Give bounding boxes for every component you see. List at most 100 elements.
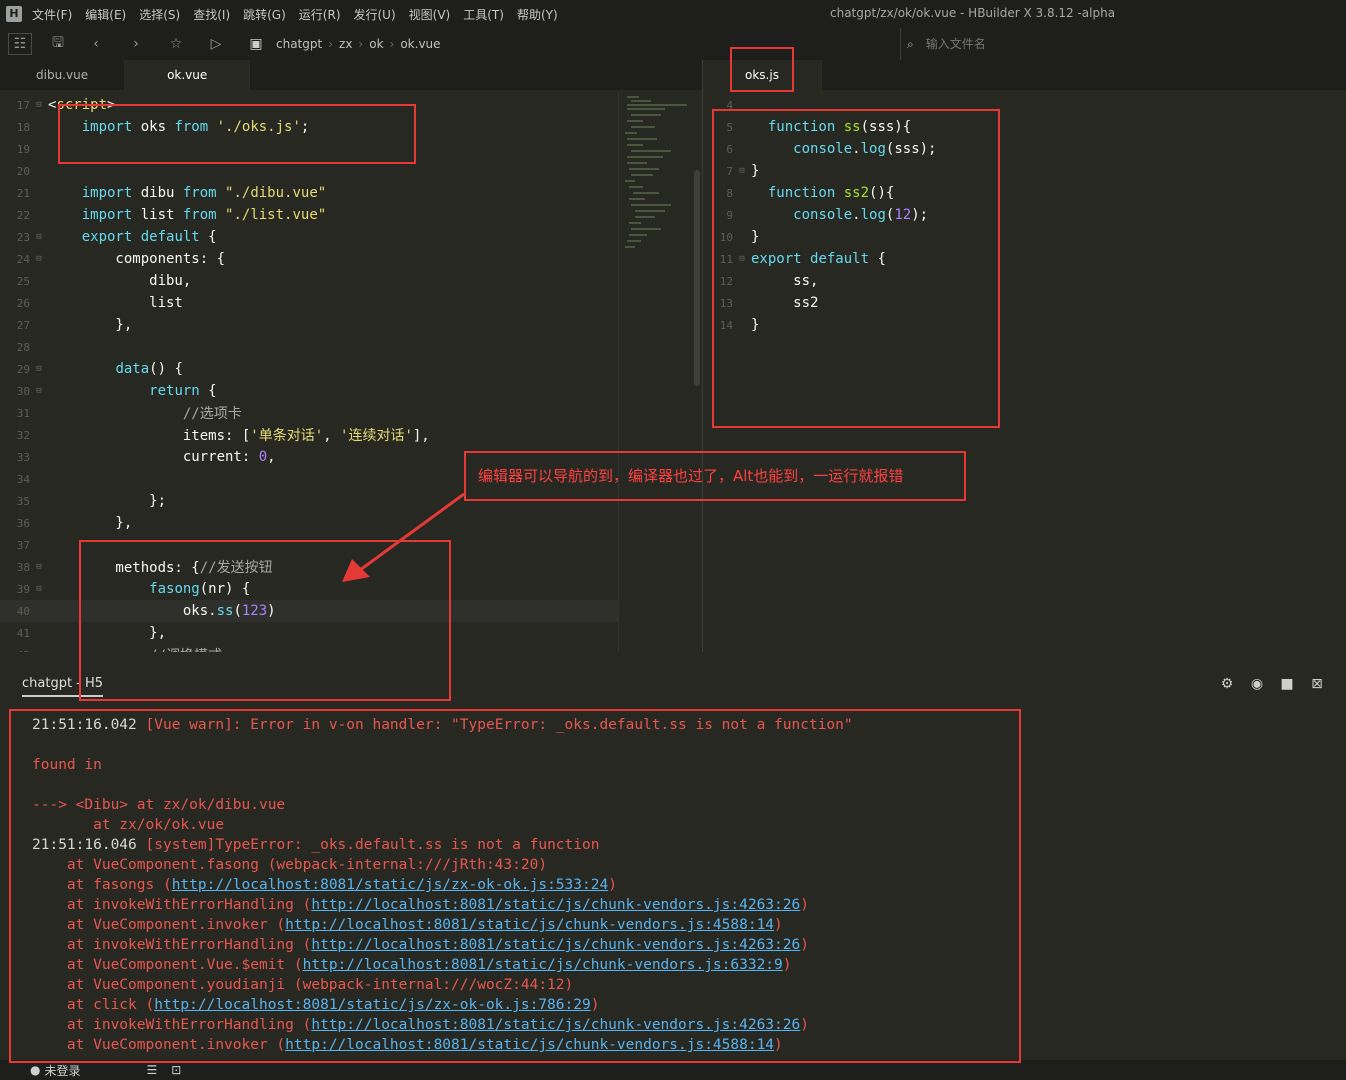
- clear-console-icon[interactable]: ⊠: [1302, 676, 1332, 692]
- code-line[interactable]: 14}: [703, 314, 1343, 336]
- console-link[interactable]: http://localhost:8081/static/js/chunk-ve…: [285, 917, 774, 933]
- login-status[interactable]: 未登录: [44, 1062, 80, 1079]
- outline-icon[interactable]: ☰: [147, 1063, 158, 1077]
- code-line[interactable]: 24 ⊟ components: {: [0, 248, 618, 270]
- console-output[interactable]: 21:51:16.042 [Vue warn]: Error in v-on h…: [12, 710, 1020, 1060]
- breadcrumb-item[interactable]: ok: [369, 37, 383, 51]
- save-icon[interactable]: 🖫: [44, 32, 72, 56]
- menu-item[interactable]: 工具(T): [463, 6, 504, 23]
- fold-toggle-icon[interactable]: ⊟: [30, 386, 48, 396]
- run-config-icon[interactable]: ◉: [1242, 676, 1272, 692]
- menu-item[interactable]: 查找(I): [193, 6, 230, 23]
- code-line[interactable]: 32 items: ['单条对话', '连续对话'],: [0, 424, 618, 446]
- minimap[interactable]: [618, 92, 694, 652]
- menu-item[interactable]: 文件(F): [32, 6, 72, 23]
- console-text: at click (: [32, 997, 155, 1013]
- code-token: .: [852, 141, 861, 157]
- console-link[interactable]: http://localhost:8081/static/js/chunk-ve…: [285, 1037, 774, 1053]
- breadcrumb-item[interactable]: ok.vue: [400, 37, 440, 51]
- code-line[interactable]: 9 console.log(12);: [703, 204, 1343, 226]
- code-line[interactable]: 22 import list from "./list.vue": [0, 204, 618, 226]
- terminal-icon[interactable]: ⊡: [171, 1063, 181, 1077]
- fold-toggle-icon[interactable]: ⊟: [30, 100, 48, 110]
- breadcrumb-item[interactable]: zx: [339, 37, 352, 51]
- fold-toggle-icon[interactable]: ⊟: [30, 562, 48, 572]
- menu-item[interactable]: 选择(S): [139, 6, 180, 23]
- code-line[interactable]: 12 ss,: [703, 270, 1343, 292]
- code-line[interactable]: 19: [0, 138, 618, 160]
- code-line[interactable]: 4: [703, 94, 1343, 116]
- console-tab[interactable]: chatgpt - H5: [22, 676, 104, 697]
- tab-ok-vue[interactable]: ok.vue: [125, 60, 251, 90]
- console-link[interactable]: http://localhost:8081/static/js/zx-ok-ok…: [172, 877, 609, 893]
- code-line[interactable]: 28: [0, 336, 618, 358]
- code-line[interactable]: 11 ⊟ export default {: [703, 248, 1343, 270]
- code-line[interactable]: 25 dibu,: [0, 270, 618, 292]
- fold-toggle-icon[interactable]: ⊟: [733, 166, 751, 176]
- menu-item[interactable]: 视图(V): [409, 6, 451, 23]
- editor-scrollbar[interactable]: [694, 170, 700, 386]
- code-line[interactable]: 36 },: [0, 512, 618, 534]
- console-link[interactable]: http://localhost:8081/static/js/zx-ok-ok…: [154, 997, 591, 1013]
- breadcrumb-item[interactable]: chatgpt: [276, 37, 322, 51]
- fold-toggle-icon[interactable]: ⊟: [30, 364, 48, 374]
- code-token: current:: [48, 449, 259, 465]
- fold-toggle-icon[interactable]: ⊟: [733, 254, 751, 264]
- minimap-line: [627, 108, 665, 110]
- code-line[interactable]: 40 oks.ss(123): [0, 600, 618, 622]
- run-icon[interactable]: ▷: [202, 36, 230, 52]
- menu-item[interactable]: 运行(R): [299, 6, 341, 23]
- code-line[interactable]: 13 ss2: [703, 292, 1343, 314]
- back-icon[interactable]: ‹: [82, 36, 110, 52]
- code-line[interactable]: 29 ⊟ data() {: [0, 358, 618, 380]
- code-token: }: [751, 229, 760, 245]
- code-line[interactable]: 37: [0, 534, 618, 556]
- menu-item[interactable]: 跳转(G): [243, 6, 286, 23]
- code-line[interactable]: 6 console.log(sss);: [703, 138, 1343, 160]
- code-line[interactable]: 31 //选项卡: [0, 402, 618, 424]
- file-search-input[interactable]: [925, 37, 1081, 51]
- code-line[interactable]: 7 ⊟}: [703, 160, 1343, 182]
- sidebar-toggle-icon[interactable]: ☷: [8, 33, 32, 55]
- console-link[interactable]: http://localhost:8081/static/js/chunk-ve…: [303, 957, 783, 973]
- menu-item[interactable]: 发行(U): [354, 6, 396, 23]
- code-line[interactable]: 42 //调换模式: [0, 644, 618, 652]
- console-link[interactable]: http://localhost:8081/static/js/chunk-ve…: [311, 897, 800, 913]
- console-link[interactable]: http://localhost:8081/static/js/chunk-ve…: [311, 1017, 800, 1033]
- code-line[interactable]: 10}: [703, 226, 1343, 248]
- code-line[interactable]: 17 ⊟ <script>: [0, 94, 618, 116]
- menu-item[interactable]: 编辑(E): [85, 6, 126, 23]
- code-line[interactable]: 21 import dibu from "./dibu.vue": [0, 182, 618, 204]
- code-line[interactable]: 23 ⊟ export default {: [0, 226, 618, 248]
- project-icon[interactable]: ▣: [242, 36, 270, 52]
- code-editor-left[interactable]: 17 ⊟ <script> 18 import oks from './oks.js'…: [0, 92, 702, 652]
- code-line[interactable]: 27 },: [0, 314, 618, 336]
- fold-toggle-icon[interactable]: ⊟: [30, 254, 48, 264]
- code-token: '连续对话': [340, 428, 413, 444]
- code-line[interactable]: 20: [0, 160, 618, 182]
- code-line[interactable]: 5 function ss(sss){: [703, 116, 1343, 138]
- star-icon[interactable]: ☆: [162, 36, 190, 52]
- console-link[interactable]: http://localhost:8081/static/js/chunk-ve…: [311, 937, 800, 953]
- code-line[interactable]: 39 ⊟ fasong(nr) {: [0, 578, 618, 600]
- debug-icon[interactable]: ⚙: [1212, 676, 1242, 692]
- line-number: 39: [16, 582, 30, 596]
- code-line[interactable]: 38 ⊟ methods: {//发送按钮: [0, 556, 618, 578]
- menu-item[interactable]: 帮助(Y): [517, 6, 558, 23]
- code-token: 0: [258, 449, 268, 465]
- code-line[interactable]: 18 import oks from './oks.js';: [0, 116, 618, 138]
- code-line[interactable]: 8 function ss2(){: [703, 182, 1343, 204]
- tab-oks-js[interactable]: oks.js: [703, 60, 822, 90]
- fold-toggle-icon[interactable]: ⊟: [30, 232, 48, 242]
- code-line[interactable]: 41 },: [0, 622, 618, 644]
- code-editor-right[interactable]: 45 function ss(sss){6 console.log(sss); 7…: [703, 92, 1346, 652]
- code-token: //发送按钮: [199, 560, 273, 576]
- code-token: ss: [216, 603, 234, 619]
- fold-toggle-icon[interactable]: ⊟: [30, 584, 48, 594]
- tab-dibu-vue[interactable]: dibu.vue: [0, 60, 126, 90]
- forward-icon[interactable]: ›: [122, 36, 150, 52]
- code-line[interactable]: 30 ⊟ return {: [0, 380, 618, 402]
- code-line[interactable]: 26 list: [0, 292, 618, 314]
- code-token: "./dibu.vue": [225, 185, 327, 201]
- stop-icon[interactable]: ■: [1272, 676, 1302, 692]
